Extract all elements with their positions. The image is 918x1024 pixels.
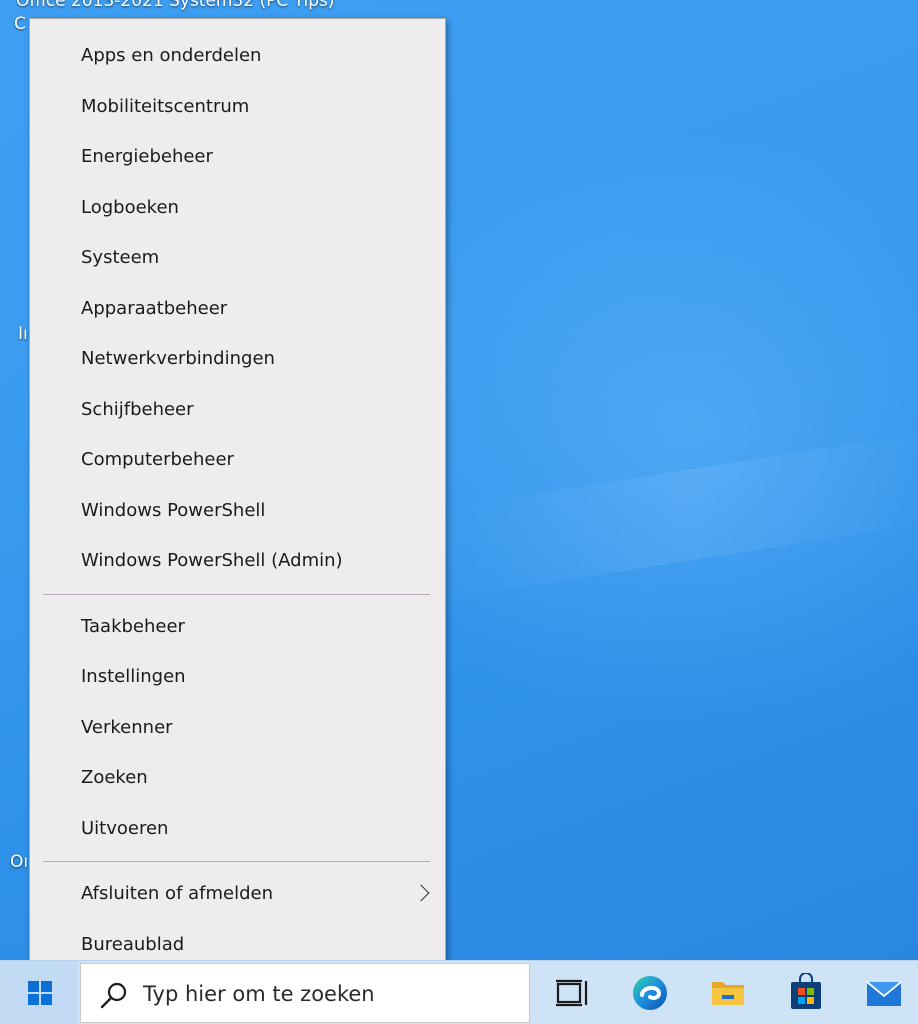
mail-icon[interactable] — [864, 973, 904, 1013]
menu-separator — [43, 593, 430, 595]
search-placeholder: Typ hier om te zoeken — [143, 982, 375, 1006]
menu-item-apparaatbeheer[interactable]: Apparaatbeheer — [30, 284, 445, 335]
menu-item-zoeken[interactable]: Zoeken — [30, 753, 445, 804]
menu-item-windows-powershell-admin[interactable]: Windows PowerShell (Admin) — [30, 536, 445, 587]
menu-item-verkenner[interactable]: Verkenner — [30, 703, 445, 754]
search-icon — [100, 982, 127, 1009]
menu-item-windows-powershell[interactable]: Windows PowerShell — [30, 486, 445, 537]
taskbar-search-box[interactable]: Typ hier om te zoeken — [80, 963, 530, 1023]
edge-icon[interactable] — [630, 973, 670, 1013]
desktop-icon-labels: Office 2013-2021 System32 (PC Tips) — [16, 0, 335, 11]
menu-item-systeem[interactable]: Systeem — [30, 233, 445, 284]
menu-item-netwerkverbindingen[interactable]: Netwerkverbindingen — [30, 334, 445, 385]
chevron-right-icon — [412, 884, 430, 902]
menu-item-instellingen[interactable]: Instellingen — [30, 652, 445, 703]
desktop-icon-label-fragment: Iı — [18, 324, 28, 344]
menu-item-apps-en-onderdelen[interactable]: Apps en onderdelen — [30, 31, 445, 82]
desktop-icon-label-fragment: Oı — [10, 852, 29, 872]
start-button[interactable] — [0, 961, 78, 1024]
menu-item-schijfbeheer[interactable]: Schijfbeheer — [30, 385, 445, 436]
menu-item-computerbeheer[interactable]: Computerbeheer — [30, 435, 445, 486]
winx-context-menu: Apps en onderdelen Mobiliteitscentrum En… — [29, 18, 446, 978]
menu-item-label: Afsluiten of afmelden — [81, 883, 274, 904]
store-icon[interactable] — [786, 973, 826, 1013]
wallpaper-light-streak — [426, 429, 918, 601]
menu-item-taakbeheer[interactable]: Taakbeheer — [30, 602, 445, 653]
menu-item-afsluiten-of-afmelden[interactable]: Afsluiten of afmelden — [30, 869, 445, 920]
file-explorer-icon[interactable] — [708, 973, 748, 1013]
menu-item-uitvoeren[interactable]: Uitvoeren — [30, 804, 445, 855]
desktop-icon-label-fragment: C — [14, 14, 26, 34]
menu-item-energiebeheer[interactable]: Energiebeheer — [30, 132, 445, 183]
menu-separator — [43, 861, 430, 862]
menu-item-logboeken[interactable]: Logboeken — [30, 183, 445, 234]
taskbar: Typ hier om te zoeken — [0, 960, 918, 1024]
windows-logo-icon — [28, 981, 52, 1005]
menu-item-mobiliteitscentrum[interactable]: Mobiliteitscentrum — [30, 82, 445, 133]
task-view-icon[interactable] — [552, 973, 592, 1013]
